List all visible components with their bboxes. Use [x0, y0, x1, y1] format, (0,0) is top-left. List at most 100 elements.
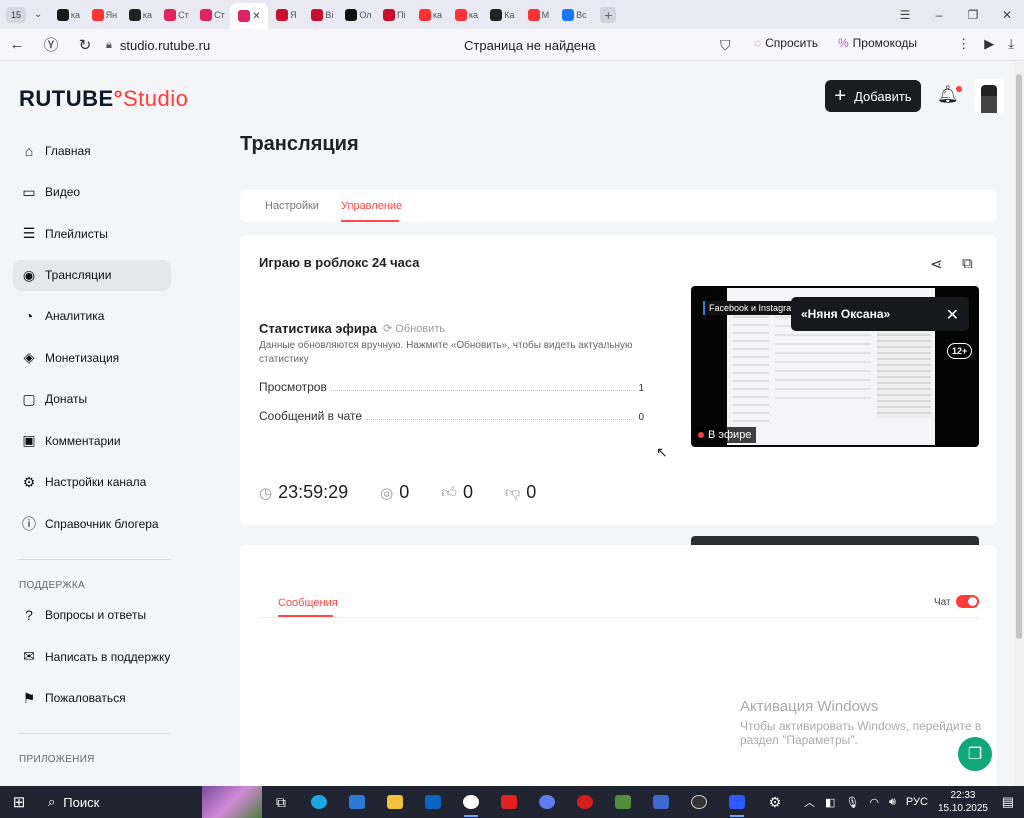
yandex-alt-icon[interactable] — [528, 786, 566, 818]
windows-taskbar: ⊞ ⌕ Поиск ⧉ ⚙ ︿ ◧ 🎙︎ ◠ 🔊︎ РУС 22:33 15.1… — [0, 786, 1024, 818]
refresh-button[interactable]: ⟳ Обновить — [383, 322, 445, 335]
wifi-icon[interactable]: ◠ — [869, 796, 879, 809]
tray-mic-icon[interactable]: 🎙︎ — [845, 796, 859, 809]
maximize-button[interactable]: ❐ — [956, 8, 990, 22]
sidebar-item-flag[interactable]: ⚑ Пожаловаться — [13, 678, 171, 720]
new-tab-button[interactable]: + — [600, 6, 617, 23]
more-menu-icon[interactable]: ⋮ — [957, 36, 970, 52]
external-link-icon[interactable]: ⧉ — [962, 255, 973, 272]
yandex-browser-icon[interactable] — [452, 786, 490, 818]
sidebar-item-faq[interactable]: ? Вопросы и ответы — [13, 595, 171, 637]
watermark-line: раздел "Параметры". — [740, 733, 858, 747]
likes-counter: 👍︎ 0 — [441, 482, 473, 503]
sidebar-item-donations[interactable]: ▢ Донаты — [13, 379, 171, 421]
viewers-counter: ◎ 0 — [380, 482, 409, 503]
browser-tab[interactable]: М — [520, 3, 556, 27]
yandex-icon[interactable] — [490, 786, 528, 818]
language-indicator[interactable]: РУС — [906, 796, 928, 808]
video-extension-icon[interactable]: ▶ — [984, 36, 994, 52]
share-icon[interactable]: ⋖ — [930, 255, 943, 273]
browser-tab[interactable]: ✕ — [230, 3, 269, 29]
settings-icon[interactable]: ⚙ — [756, 786, 794, 818]
sidebar-item-settings[interactable]: ⚙ Настройки канала — [13, 462, 171, 504]
outlook-icon[interactable] — [414, 786, 452, 818]
browser-tab[interactable]: Вс — [556, 3, 592, 27]
page-scrollbar[interactable] — [1014, 62, 1024, 786]
close-window-button[interactable]: ✕ — [990, 8, 1024, 22]
sidebar-item-comments[interactable]: ▣ Комментарии — [13, 420, 171, 462]
sidebar-item-playlist[interactable]: ☰ Плейлисты — [13, 213, 171, 255]
app-icon[interactable] — [642, 786, 680, 818]
browser-tab[interactable]: Ка — [484, 3, 520, 27]
timer-value: 23:59:29 — [278, 482, 349, 502]
store-icon[interactable] — [338, 786, 376, 818]
favicon-icon — [562, 8, 575, 21]
browser-tab[interactable]: Ві — [304, 3, 340, 27]
download-icon[interactable]: ⤓ — [1008, 36, 1014, 52]
sidebar-item-mail[interactable]: ✉ Написать в поддержку — [13, 636, 171, 678]
avatar[interactable] — [974, 79, 1004, 113]
minimize-button[interactable]: – — [922, 8, 956, 22]
url-field[interactable]: 🔒︎ studio.rutube.ru Страница не найдена … — [106, 33, 746, 57]
page-title-text: Страница не найдена — [464, 37, 596, 53]
close-tab-icon[interactable]: ✕ — [252, 11, 260, 22]
stream-preview[interactable]: Facebook и Instagra «Няня Оксана» ✕ 12+ … — [691, 286, 979, 447]
settings-icon: ⚙ — [22, 473, 36, 490]
tray-camera-icon[interactable]: ◧ — [825, 796, 835, 809]
scrollbar-thumb[interactable] — [1016, 74, 1022, 639]
recorder-icon[interactable] — [718, 786, 756, 818]
browser-tab[interactable]: ка — [50, 3, 86, 27]
sidebar-item-video[interactable]: ▭ Видео — [13, 172, 171, 214]
tab-title: Ст — [214, 9, 225, 20]
browser-tab[interactable]: Ян — [86, 3, 122, 27]
tab-settings[interactable]: Настройки — [265, 200, 319, 212]
windows-start-icon[interactable]: ⊞ — [0, 793, 38, 811]
bookmark-icon[interactable]: ⛉ — [720, 37, 731, 54]
tab-title: Ол — [359, 9, 372, 20]
browser-tab[interactable]: Ст — [194, 3, 230, 27]
sidebar-item-monetization[interactable]: ◈ Монетизация — [13, 337, 171, 379]
chat-toggle[interactable] — [956, 595, 979, 608]
reload-button[interactable]: ↻ — [68, 36, 102, 54]
browser-tab[interactable]: Пі — [376, 3, 412, 27]
browser-tab[interactable]: Я — [268, 3, 304, 27]
chevron-down-icon[interactable]: ⌄ — [34, 9, 42, 20]
close-icon[interactable]: ✕ — [946, 305, 959, 325]
opera-icon[interactable] — [566, 786, 604, 818]
browser-tab[interactable]: ка — [122, 3, 158, 27]
minecraft-icon[interactable] — [604, 786, 642, 818]
edge-icon[interactable] — [300, 786, 338, 818]
browser-tab[interactable]: ка — [412, 3, 448, 27]
add-button[interactable]: + Добавить — [825, 80, 921, 112]
help-chat-button[interactable]: ❐ — [958, 737, 992, 771]
clock[interactable]: 22:33 15.10.2025 — [938, 789, 988, 815]
refresh-label: Обновить — [395, 323, 446, 335]
notifications-icon[interactable]: ▤ — [1002, 794, 1014, 810]
favicon-icon — [276, 8, 289, 21]
sidebar-item-broadcast[interactable]: ◉ Трансляции — [13, 259, 171, 291]
tab-count-badge[interactable]: 15 — [6, 6, 26, 23]
taskbar-search[interactable]: ⌕ Поиск — [38, 794, 202, 810]
yandex-icon[interactable]: Ⓨ — [34, 34, 68, 55]
sidebar-item-home[interactable]: ⌂ Главная — [13, 130, 171, 172]
rutube-studio-logo[interactable]: RUTUBE°Studio — [19, 86, 188, 112]
tray-chevron-icon[interactable]: ︿ — [804, 794, 815, 810]
task-view-icon[interactable]: ⧉ — [262, 786, 300, 818]
ask-alice-button[interactable]: ◌ Спросить — [754, 36, 818, 50]
volume-icon[interactable]: 🔊︎ — [889, 796, 896, 809]
sidebar-item-info[interactable]: ⓘ Справочник блогера — [13, 503, 171, 545]
tab-management[interactable]: Управление — [341, 200, 402, 212]
sidebar-item-analytics[interactable]: ◔ Аналитика — [13, 296, 171, 338]
tab-messages[interactable]: Сообщения — [278, 597, 338, 609]
monetization-icon: ◈ — [23, 349, 35, 366]
stats-hint: Данные обновляются вручную. Нажмите «Обн… — [259, 340, 633, 365]
browser-tab[interactable]: ка — [448, 3, 484, 27]
explorer-icon[interactable] — [376, 786, 414, 818]
browser-tab[interactable]: Ол — [340, 3, 376, 27]
promo-button[interactable]: % Промокоды — [838, 36, 917, 50]
notifications-bell-icon[interactable]: 🔔︎ — [937, 85, 962, 105]
browser-tab[interactable]: Ст — [158, 3, 194, 27]
back-button[interactable]: ← — [0, 36, 34, 53]
tabs-menu-icon[interactable]: ☰ — [888, 8, 922, 22]
github-icon[interactable] — [680, 786, 718, 818]
